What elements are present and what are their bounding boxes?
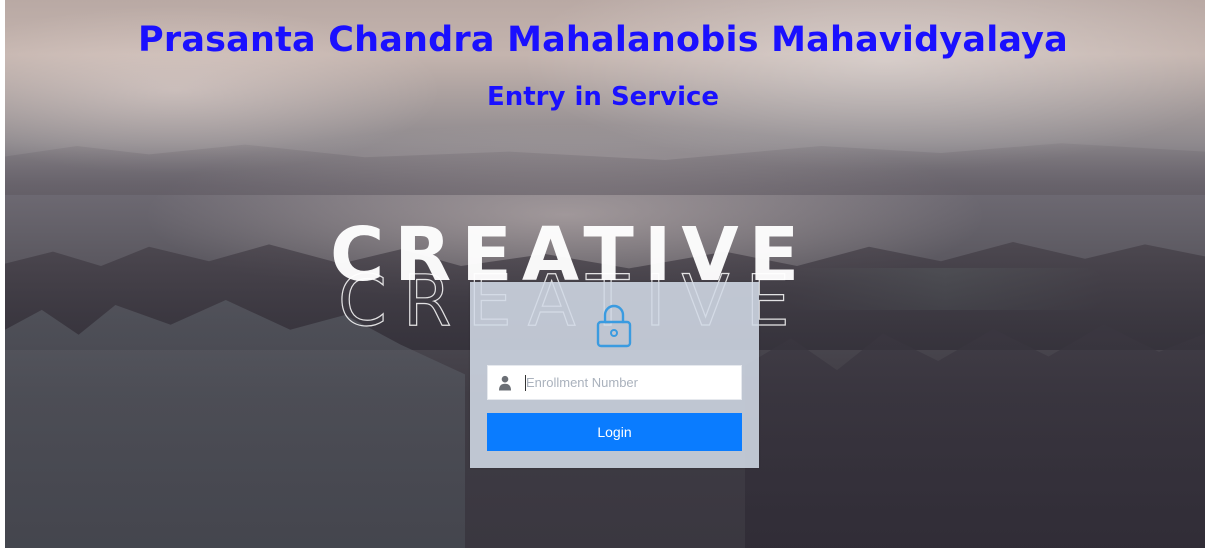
page-subtitle: Entry in Service bbox=[486, 82, 720, 112]
enrollment-number-input[interactable] bbox=[526, 366, 736, 399]
login-button[interactable]: Login bbox=[487, 413, 742, 451]
enrollment-field[interactable] bbox=[487, 365, 742, 400]
user-icon bbox=[499, 375, 511, 391]
lock-icon bbox=[596, 304, 632, 348]
login-card: Login bbox=[470, 282, 759, 468]
page-title: Prasanta Chandra Mahalanobis Mahavidyala… bbox=[138, 20, 1068, 60]
login-page: Prasanta Chandra Mahalanobis Mahavidyala… bbox=[0, 0, 1206, 548]
background-forest bbox=[745, 324, 1205, 548]
